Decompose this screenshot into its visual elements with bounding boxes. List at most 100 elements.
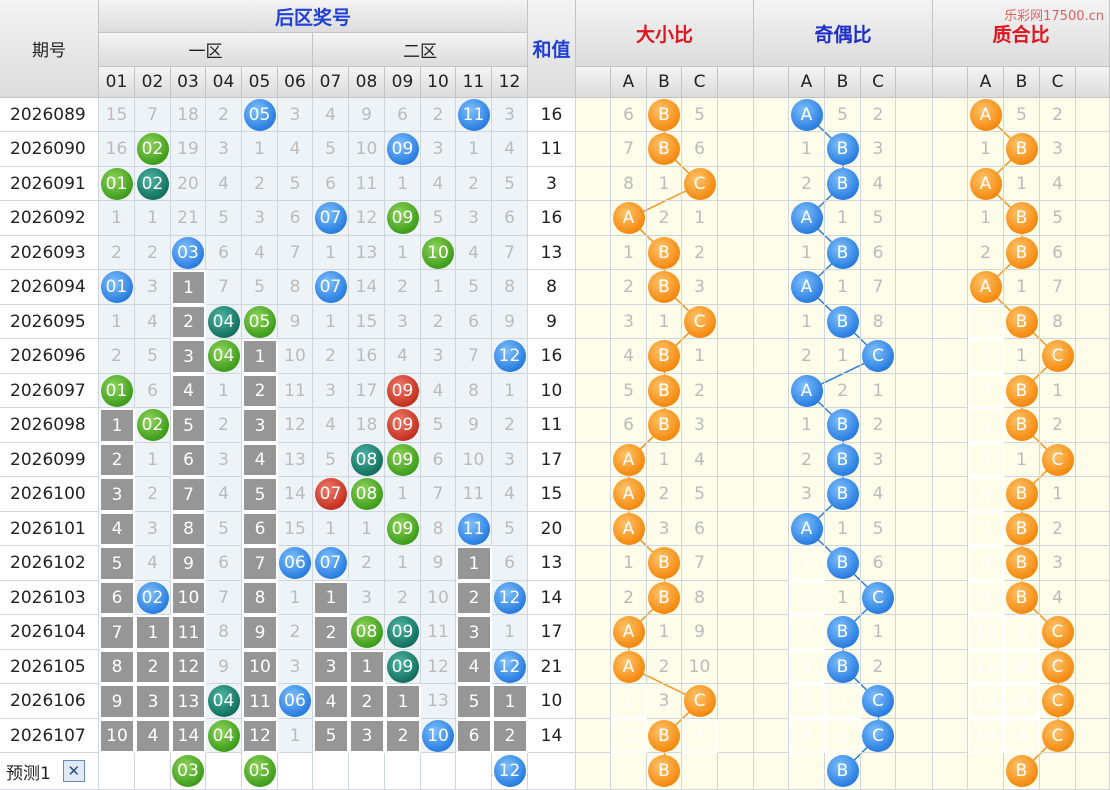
forecast-cell[interactable]: 12	[492, 753, 528, 790]
miss-count-cell: 1	[385, 167, 421, 201]
close-icon[interactable]: ✕	[62, 760, 85, 782]
ratio-pad	[1076, 305, 1110, 339]
ratio-ball: A	[612, 650, 645, 683]
ratio-pad	[576, 546, 611, 581]
zone1-header: 一区	[99, 33, 313, 67]
ratio-cell: 5	[611, 374, 647, 408]
period-cell: 2026105	[0, 650, 99, 684]
sum-cell: 14	[528, 719, 576, 753]
ratio-pad	[754, 132, 789, 167]
miss-count-cell: 5	[492, 512, 528, 546]
ratio-ball: B	[826, 443, 859, 476]
ratio-ball: C	[683, 305, 716, 338]
ratio-ball: C	[862, 340, 894, 372]
number-cell: 05	[242, 98, 278, 132]
forecast-cell[interactable]	[135, 753, 171, 790]
number-cell: 10	[421, 719, 456, 753]
number-ball: 11	[457, 512, 490, 545]
ratio-streak-cell: 9	[968, 581, 1004, 615]
number-ball: 12	[493, 650, 526, 683]
miss-streak-cell: 7	[99, 615, 135, 650]
forecast-cell[interactable]	[313, 753, 349, 790]
ratio-ball: B	[826, 616, 859, 648]
miss-count-cell: 8	[206, 615, 242, 650]
miss-count-cell: 5	[456, 270, 492, 305]
ratio-cell: 7	[682, 546, 718, 581]
ratio-pad	[933, 581, 968, 615]
ratio-cell: A	[611, 512, 647, 546]
sum-cell: 16	[528, 98, 576, 132]
ratio-blank-header	[718, 67, 754, 98]
miss-count-cell: 4	[206, 477, 242, 512]
ratio-cell: B	[647, 236, 682, 270]
forecast-ball: 03	[172, 755, 204, 787]
ratio-pad	[576, 512, 611, 546]
forecast-cell[interactable]	[385, 753, 421, 790]
miss-count-cell: 16	[99, 132, 135, 167]
ratio-ball: B	[826, 167, 859, 200]
ratio-cell: 7	[1040, 270, 1076, 305]
ratio-cell: 2	[682, 236, 718, 270]
ratio-ball: C	[1041, 719, 1074, 752]
trend-chart: 期号 后区奖号 一区 二区 和值 大小比 奇偶比 质合比 01 02 03 04 05 06 07 08 09 1…	[0, 0, 1110, 790]
number-ball: 03	[172, 236, 204, 269]
forecast-cell[interactable]	[456, 753, 492, 790]
ratio-cell: 1	[647, 443, 682, 477]
miss-count-cell: 1	[492, 615, 528, 650]
ratio-blank-header	[896, 67, 933, 98]
miss-count-cell: 1	[456, 132, 492, 167]
forecast-cell[interactable]	[206, 753, 242, 790]
miss-count-cell: 6	[492, 546, 528, 581]
ratio-col-C: C	[861, 67, 896, 98]
miss-streak-cell: 11	[242, 684, 278, 719]
ratio-pad	[754, 339, 789, 374]
miss-count-cell: 1	[135, 201, 171, 236]
ratio-streak-cell: 7	[968, 512, 1004, 546]
number-ball: 02	[136, 409, 169, 441]
miss-count-cell: 3	[206, 132, 242, 167]
miss-count-cell: 1	[385, 546, 421, 581]
miss-count-cell: 3	[278, 98, 313, 132]
forecast-cell[interactable]	[421, 753, 456, 790]
miss-count-cell: 4	[421, 374, 456, 408]
ratio-cell: 1	[682, 201, 718, 236]
number-cell: 02	[135, 167, 171, 201]
miss-count-cell: 4	[313, 98, 349, 132]
miss-count-cell: 6	[206, 546, 242, 581]
ratio-pad	[896, 236, 933, 270]
forecast-cell[interactable]	[349, 753, 385, 790]
ratio-pad	[896, 339, 933, 374]
watermark: 乐彩网17500.cn	[1004, 9, 1104, 24]
ratio-col-B: B	[825, 67, 861, 98]
ratio-pad	[1076, 374, 1110, 408]
ratio-pad	[718, 650, 754, 684]
miss-count-cell: 2	[135, 236, 171, 270]
miss-streak-cell: 7	[171, 477, 206, 512]
miss-count-cell: 4	[492, 132, 528, 167]
number-cell: 08	[349, 477, 385, 512]
ratio-cell: 7	[861, 270, 896, 305]
miss-streak-cell: 8	[171, 512, 206, 546]
number-cell: 11	[456, 98, 492, 132]
miss-streak-cell: 14	[171, 719, 206, 753]
ratio-cell: B	[647, 374, 682, 408]
forecast-cell[interactable]: 03	[171, 753, 206, 790]
forecast-cell[interactable]	[278, 753, 313, 790]
ratio-cell: 2	[1040, 98, 1076, 132]
forecast-cell[interactable]	[99, 753, 135, 790]
ratio-streak-cell: 2	[611, 719, 647, 753]
ratio-cell: B	[825, 305, 861, 339]
miss-count-cell: 11	[278, 374, 313, 408]
ratio-cell: B	[1004, 477, 1040, 512]
ratio-streak-cell: 6	[789, 719, 825, 753]
miss-count-cell: 3	[206, 443, 242, 477]
ratio-ball: B	[1005, 374, 1038, 407]
ratio-cell: 3	[861, 132, 896, 167]
sum-cell: 13	[528, 546, 576, 581]
miss-count-cell: 2	[421, 305, 456, 339]
forecast-ratio-cell	[682, 753, 718, 790]
ratio-cell: 1	[1004, 270, 1040, 305]
forecast-cell[interactable]: 05	[242, 753, 278, 790]
ratio-cell: B	[1004, 408, 1040, 443]
number-ball: 09	[386, 202, 419, 234]
